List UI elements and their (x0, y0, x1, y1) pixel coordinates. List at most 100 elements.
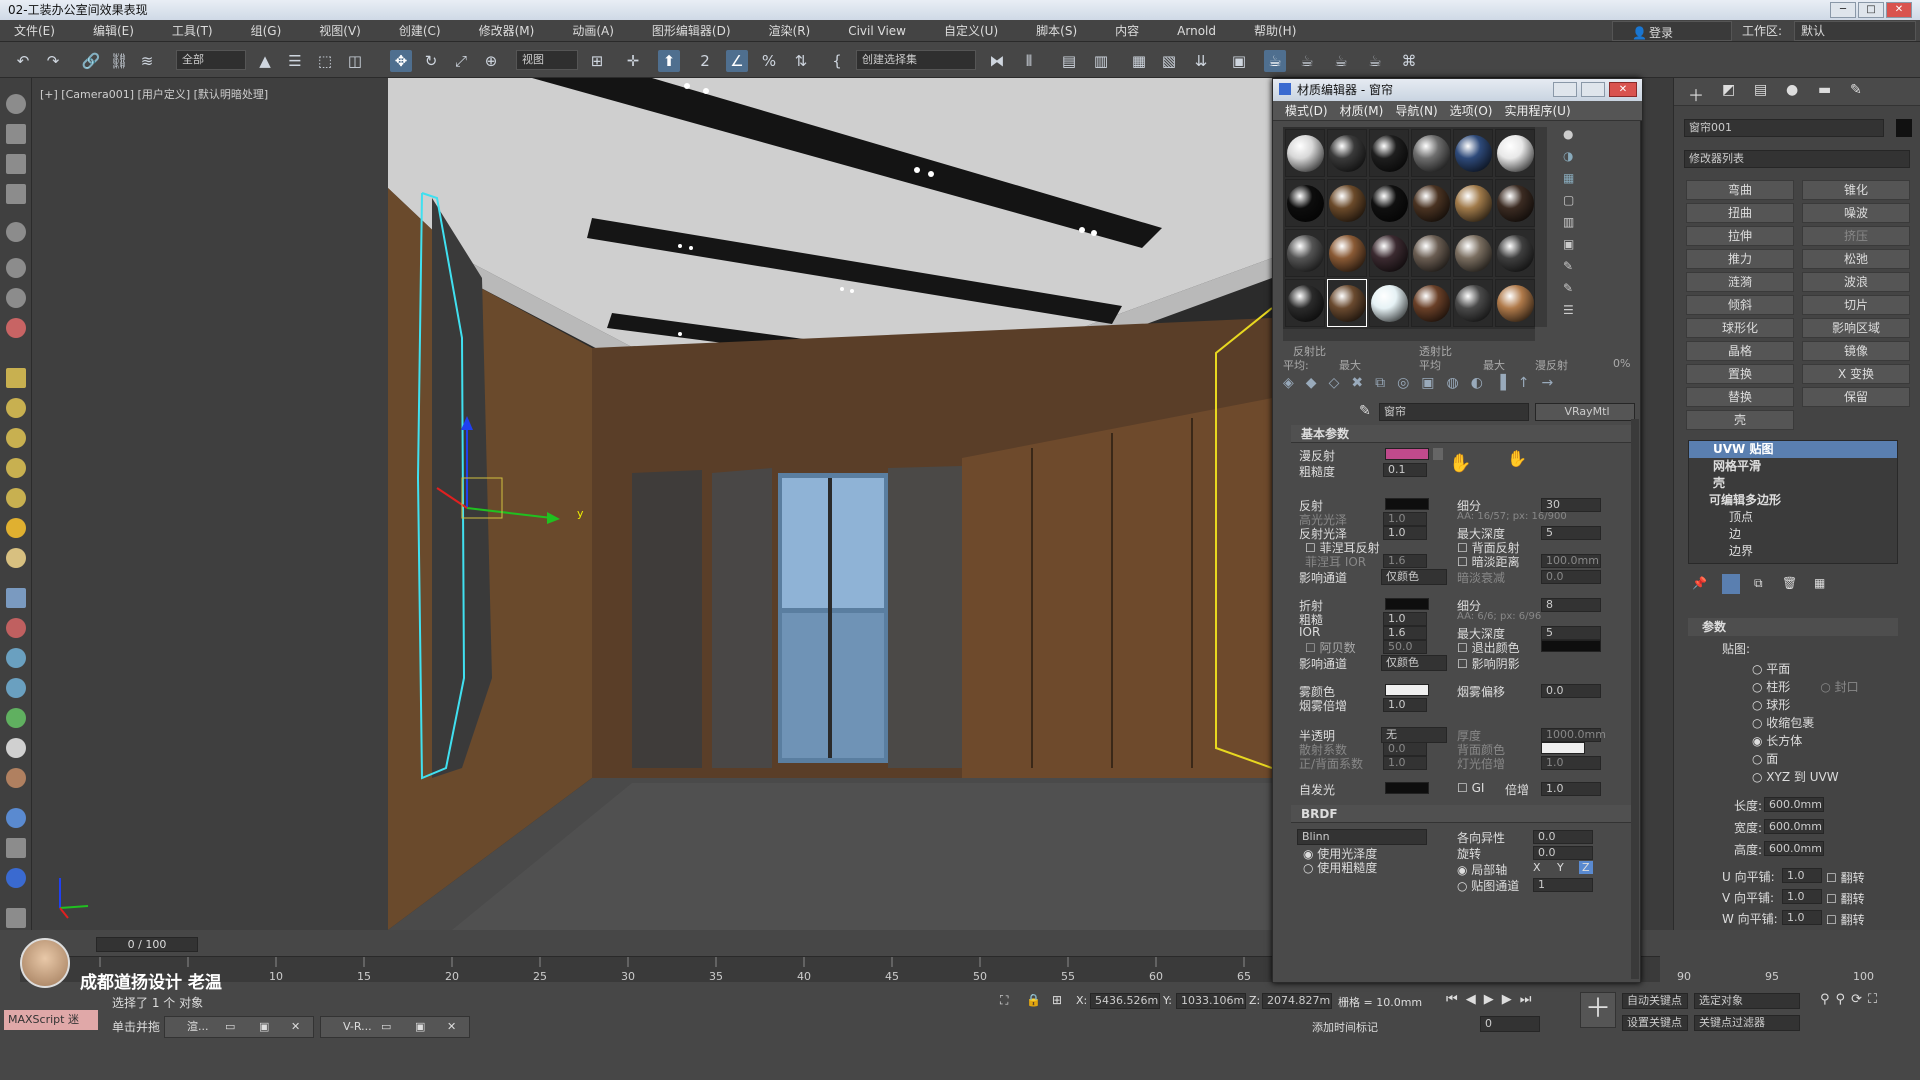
stack-item-meshsmooth[interactable]: 网格平滑 (1689, 458, 1897, 475)
z-coord-field[interactable]: 2074.827m (1262, 993, 1332, 1009)
reference-coord-dropdown[interactable]: 视图 (516, 50, 578, 70)
u-tile-spinner[interactable]: 1.0 (1782, 868, 1822, 883)
menu-file[interactable]: 文件(E) (0, 20, 55, 42)
vray-toolbar-icon[interactable]: ⌘ (1398, 50, 1420, 72)
dim-falloff-spinner[interactable]: 0.0 (1541, 570, 1601, 584)
fog-color-swatch[interactable] (1385, 684, 1429, 696)
go-forward-sibling-icon[interactable]: → (1541, 375, 1565, 391)
mod-lattice-button[interactable]: 晶格 (1686, 341, 1794, 361)
helper-icon[interactable] (6, 288, 26, 308)
me-minimize-button[interactable] (1553, 82, 1577, 97)
stack-item-vertex[interactable]: 顶点 (1689, 509, 1897, 526)
grid-icon[interactable] (6, 184, 26, 204)
slots-vertical-scrollbar[interactable] (1535, 127, 1547, 327)
copy-material-icon[interactable]: ⧉ (1375, 375, 1397, 391)
setkey-button[interactable]: 设置关键点 (1622, 1015, 1688, 1031)
shape-icon[interactable] (6, 94, 26, 114)
refract-subdivs-spinner[interactable]: 8 (1541, 598, 1601, 612)
u-flip-checkbox[interactable]: ☐ 翻转 (1826, 869, 1865, 886)
material-slot[interactable] (1453, 179, 1493, 227)
map-channel-spinner[interactable]: 1 (1533, 878, 1593, 892)
material-slot[interactable] (1327, 229, 1367, 277)
menu-modifiers[interactable]: 修改器(M) (465, 20, 535, 42)
video-color-check-icon[interactable]: ▥ (1563, 215, 1583, 237)
make-unique-icon[interactable]: ◎ (1397, 375, 1421, 391)
material-slot[interactable] (1411, 279, 1451, 327)
select-scale-icon[interactable]: ⤢ (450, 50, 472, 72)
menu-animation[interactable]: 动画(A) (558, 20, 614, 42)
zoom-all-icon[interactable]: ⚲ (1836, 992, 1852, 1007)
minimize-icon[interactable]: ▭ (381, 1017, 391, 1037)
link-icon[interactable]: 🔗 (80, 50, 102, 72)
exit-color-swatch[interactable] (1541, 640, 1601, 652)
dim-distance-spinner[interactable]: 100.0mm (1541, 554, 1601, 568)
undo-icon[interactable]: ↶ (12, 50, 34, 72)
camera-icon[interactable] (6, 258, 26, 278)
plane-icon[interactable] (6, 368, 26, 388)
add-time-tag[interactable]: 添加时间标记 (1312, 1019, 1378, 1035)
select-by-name-icon[interactable]: ☰ (284, 50, 306, 72)
exit-color-checkbox[interactable]: ☐ 退出颜色 (1457, 639, 1520, 656)
snaps-toggle-icon[interactable]: 2 (694, 50, 716, 72)
edit-named-selection-icon[interactable]: { (826, 50, 848, 72)
v-flip-checkbox[interactable]: ☐ 翻转 (1826, 890, 1865, 907)
x-coord-field[interactable]: 5436.526m (1090, 993, 1160, 1009)
material-slot[interactable] (1327, 129, 1367, 177)
mod-xform-button[interactable]: X 变换 (1802, 364, 1910, 384)
ior-spinner[interactable]: 1.6 (1383, 626, 1427, 640)
place-icon[interactable]: ⊕ (480, 50, 502, 72)
v-tile-spinner[interactable]: 1.0 (1782, 889, 1822, 904)
params-rollout-header[interactable]: 参数 (1688, 618, 1898, 636)
mod-bend-button[interactable]: 弯曲 (1686, 180, 1794, 200)
skeleton-icon[interactable] (6, 648, 26, 668)
make-unique-icon[interactable]: ⧉ (1754, 576, 1763, 591)
lightbulb-icon[interactable] (6, 222, 26, 242)
select-by-material-icon[interactable]: ✎ (1563, 281, 1583, 303)
translucency-dropdown[interactable]: 无 (1381, 727, 1447, 743)
torus-icon[interactable] (6, 458, 26, 478)
selected-objects-dropdown[interactable]: 选定对象 (1694, 993, 1800, 1009)
toggle-ribbon-icon[interactable]: ▥ (1090, 50, 1112, 72)
hierarchy-tab-icon[interactable]: ▤ (1754, 82, 1767, 98)
go-to-start-icon[interactable]: ⏮ (1446, 992, 1466, 1007)
object-color-swatch[interactable] (1896, 119, 1912, 137)
material-slot[interactable] (1495, 279, 1535, 327)
menu-edit[interactable]: 编辑(E) (79, 20, 134, 42)
material-slot[interactable] (1369, 179, 1409, 227)
close-icon[interactable]: ✕ (291, 1017, 300, 1037)
menu-views[interactable]: 视图(V) (305, 20, 361, 42)
window-crossing-icon[interactable]: ◫ (344, 50, 366, 72)
mod-slice-button[interactable]: 切片 (1802, 295, 1910, 315)
display-tab-icon[interactable]: ▬ (1818, 82, 1831, 98)
cloth-icon[interactable] (6, 768, 26, 788)
back-color-swatch[interactable] (1541, 742, 1585, 754)
camera-viewport[interactable]: y (32, 78, 1272, 930)
bind-space-warp-icon[interactable]: ≋ (136, 50, 158, 72)
go-to-end-icon[interactable]: ⏭ (1520, 992, 1540, 1007)
material-slot[interactable] (1411, 229, 1451, 277)
absolute-mode-icon[interactable]: ⊞ (1052, 993, 1062, 1007)
material-slot[interactable] (1495, 229, 1535, 277)
material-slot[interactable] (1411, 129, 1451, 177)
maximize-button[interactable]: □ (1858, 2, 1884, 18)
render-setup-icon[interactable]: ▣ (1228, 50, 1250, 72)
material-name-field[interactable]: 窗帘 (1379, 403, 1529, 421)
percent-snap-icon[interactable]: % (758, 50, 780, 72)
show-shaded-icon[interactable]: ◐ (1471, 375, 1495, 391)
particle-icon[interactable] (6, 588, 26, 608)
material-slot[interactable] (1369, 279, 1409, 327)
maxscript-listener[interactable]: MAXScript 迷 (4, 1010, 98, 1030)
get-material-icon[interactable]: ◈ (1283, 375, 1306, 391)
affect-channels2-dropdown[interactable]: 仅颜色 (1381, 655, 1447, 671)
mod-affect-region-button[interactable]: 影响区域 (1802, 318, 1910, 338)
local-axis-radio[interactable]: ◉ 局部轴 (1457, 861, 1507, 878)
go-to-parent-icon[interactable]: ↑ (1518, 375, 1542, 391)
mod-twist-button[interactable]: 扭曲 (1686, 203, 1794, 223)
vray-icon[interactable] (6, 868, 26, 888)
restore-icon[interactable]: ▣ (259, 1017, 269, 1037)
teapot-icon[interactable] (6, 548, 26, 568)
basic-params-rollout-header[interactable]: 基本参数 (1291, 425, 1631, 443)
scatter-coeff-spinner[interactable]: 0.0 (1383, 742, 1427, 756)
material-slot[interactable] (1369, 129, 1409, 177)
mapping-option-cylindrical[interactable]: ○ 柱形 ○ 封口 (1752, 678, 1892, 696)
